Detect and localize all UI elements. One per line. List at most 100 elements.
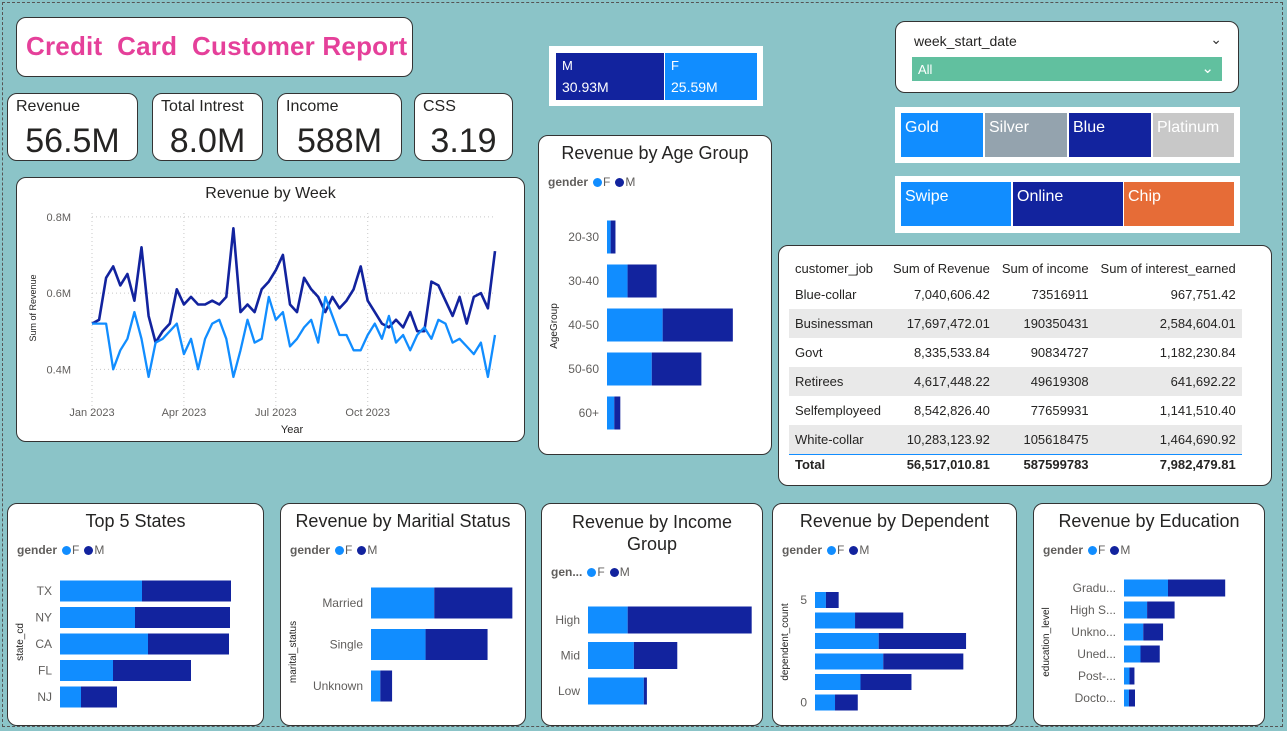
bar-f-5[interactable] — [815, 694, 836, 711]
bar-m-0[interactable] — [610, 220, 616, 254]
bar-m-3[interactable] — [883, 653, 964, 670]
revenue-by-age-card[interactable]: Revenue by Age Group gender F M 20-30 30-40… — [538, 135, 772, 455]
bar-m-2[interactable] — [380, 670, 393, 702]
revenue-by-week-card[interactable]: Revenue by Week 0.4M 0.6M 0.8M Jan 2023 Apr … — [16, 177, 525, 442]
bar-m-3[interactable] — [651, 352, 702, 386]
bar-m-2[interactable] — [148, 633, 229, 655]
table-cell: 8,542,826.40 — [913, 403, 990, 418]
tile-gold[interactable]: Gold — [901, 113, 983, 157]
bar-f-1[interactable] — [815, 612, 856, 629]
bar-f-1[interactable] — [588, 642, 634, 669]
bar-m-0[interactable] — [142, 580, 231, 602]
tile-swipe[interactable]: Swipe — [901, 182, 1011, 226]
bar-f-1[interactable] — [607, 264, 628, 298]
bar-chart[interactable]: High Mid Low — [542, 504, 763, 726]
bar-m-0[interactable] — [825, 592, 839, 608]
tile-online[interactable]: Online — [1013, 182, 1123, 226]
bar-f-2[interactable] — [371, 670, 381, 702]
gender-tile-value: 30.93M — [562, 79, 609, 95]
bar-m-4[interactable] — [860, 674, 912, 690]
bar-f-2[interactable] — [1124, 623, 1144, 641]
bar-m-3[interactable] — [113, 660, 191, 681]
table-cell: White-collar — [789, 425, 887, 455]
bar-m-4[interactable] — [81, 686, 117, 708]
bar-m-5[interactable] — [1128, 689, 1135, 707]
bar-f-2[interactable] — [815, 633, 879, 649]
bar-f-3[interactable] — [815, 653, 884, 670]
bar-f-4[interactable] — [815, 674, 861, 690]
bar-chart[interactable]: Married Single Unknown marital_status — [281, 504, 526, 726]
chevron-down-icon[interactable]: ⌄ — [1210, 31, 1222, 48]
bar-m-0[interactable] — [434, 587, 513, 619]
column-header[interactable]: Sum of income — [996, 256, 1095, 280]
bar-m-4[interactable] — [614, 396, 621, 430]
bar-f-1[interactable] — [1124, 601, 1148, 619]
revenue-by-marital-card[interactable]: Revenue by Maritial Status gender F M Marr… — [280, 503, 526, 726]
kpi-card-revenue[interactable]: Revenue 56.5M — [7, 93, 138, 161]
series-line-m[interactable] — [91, 226, 497, 344]
tile-silver[interactable]: Silver — [985, 113, 1067, 157]
bar-m-1[interactable] — [135, 607, 230, 628]
bar-chart[interactable]: TX NY CA FL NJ state_cd — [8, 504, 264, 726]
bar-f-3[interactable] — [1124, 645, 1141, 663]
column-header[interactable]: Sum of Revenue — [887, 256, 996, 280]
use-type-slicer: Swipe Online Chip — [895, 176, 1240, 233]
tile-platinum[interactable]: Platinum — [1153, 113, 1234, 157]
y-axis-label: state_cd — [15, 623, 26, 661]
bar-m-1[interactable] — [627, 264, 657, 298]
kpi-card-total-interest[interactable]: Total Intrest 8.0M — [152, 93, 263, 161]
bar-m-2[interactable] — [643, 677, 647, 705]
bar-f-3[interactable] — [607, 352, 652, 386]
customer-job-table-card[interactable]: customer_job Sum of Revenue Sum of incom… — [778, 245, 1272, 486]
bar-m-3[interactable] — [1140, 645, 1160, 663]
bar-f-5[interactable] — [1124, 689, 1129, 707]
table-cell: 1,141,510.40 — [1159, 403, 1236, 418]
revenue-by-dependent-card[interactable]: Revenue by Dependent gender F M 5 0 dependen… — [772, 503, 1017, 726]
bar-f-2[interactable] — [60, 633, 148, 655]
kpi-card-income[interactable]: Income 588M — [277, 93, 402, 161]
revenue-by-income-card[interactable]: Revenue by Income Group gen... F M High Mid… — [541, 503, 763, 726]
slicer-dropdown[interactable]: All ⌄ — [912, 57, 1222, 81]
bar-f-2[interactable] — [588, 677, 644, 705]
bar-f-2[interactable] — [607, 308, 663, 342]
bar-chart[interactable]: Gradu... High S... Unkno... Uned... Post-...… — [1034, 504, 1265, 726]
revenue-by-education-card[interactable]: Revenue by Education gender F M Gradu... Hi… — [1033, 503, 1265, 726]
tile-chip[interactable]: Chip — [1124, 182, 1234, 226]
bar-f-4[interactable] — [607, 396, 615, 430]
bar-m-1[interactable] — [633, 642, 678, 669]
bar-chart[interactable]: 20-30 30-40 40-50 50-60 60+ AgeGroup — [539, 136, 772, 455]
bar-m-2[interactable] — [662, 308, 733, 342]
bar-f-1[interactable] — [371, 629, 426, 660]
bar-m-2[interactable] — [878, 633, 967, 649]
column-header[interactable]: Sum of interest_earned — [1095, 256, 1242, 280]
bar-f-0[interactable] — [607, 220, 611, 254]
bar-m-2[interactable] — [1143, 623, 1164, 641]
bar-m-0[interactable] — [627, 606, 752, 634]
column-header[interactable]: customer_job — [789, 256, 887, 280]
bar-chart[interactable]: 5 0 dependent_count — [773, 504, 1017, 726]
tile-blue[interactable]: Blue — [1069, 113, 1151, 157]
top-5-states-card[interactable]: Top 5 States gender F M TX NY CA FL NJ state_cd — [7, 503, 264, 726]
bar-m-1[interactable] — [425, 629, 488, 660]
gender-tile-m[interactable]: M 30.93M — [556, 53, 664, 100]
bar-f-4[interactable] — [60, 686, 81, 708]
bar-f-0[interactable] — [1124, 579, 1168, 597]
kpi-card-css[interactable]: CSS 3.19 — [414, 93, 513, 161]
bar-f-0[interactable] — [815, 592, 826, 608]
tile-label: Blue — [1073, 119, 1106, 136]
gender-tile-f[interactable]: F 25.59M — [665, 53, 757, 100]
bar-m-4[interactable] — [1129, 667, 1135, 685]
bar-f-4[interactable] — [1124, 667, 1130, 685]
bar-m-5[interactable] — [835, 694, 858, 711]
bar-f-3[interactable] — [60, 660, 113, 681]
bar-f-0[interactable] — [60, 580, 142, 602]
bar-f-1[interactable] — [60, 607, 135, 628]
bar-f-0[interactable] — [371, 587, 435, 619]
tile-label: Online — [1017, 188, 1064, 205]
bar-m-0[interactable] — [1168, 579, 1226, 597]
bar-m-1[interactable] — [855, 612, 904, 629]
line-chart[interactable]: 0.4M 0.6M 0.8M Jan 2023 Apr 2023 Jul 2023 Oct … — [17, 178, 525, 442]
bar-m-1[interactable] — [1147, 601, 1175, 619]
week-start-date-slicer: week_start_date ⌄ All ⌄ — [895, 21, 1239, 93]
bar-f-0[interactable] — [588, 606, 628, 634]
